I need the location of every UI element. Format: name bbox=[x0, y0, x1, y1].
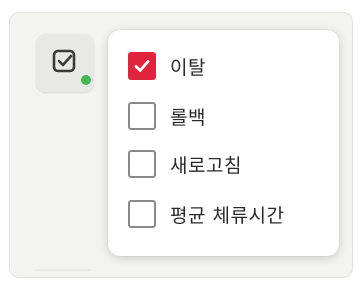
checkbox-unchecked[interactable] bbox=[128, 200, 156, 228]
checkbox-checked[interactable] bbox=[128, 52, 156, 80]
divider bbox=[35, 269, 91, 271]
check-square-icon bbox=[52, 49, 76, 73]
option-item[interactable]: 롤백 bbox=[128, 100, 206, 132]
option-item[interactable]: 이탈 bbox=[128, 50, 206, 82]
option-item[interactable]: 평균 체류시간 bbox=[128, 198, 284, 230]
filter-toggle-button[interactable] bbox=[36, 34, 94, 92]
checkbox-unchecked[interactable] bbox=[128, 102, 156, 130]
checkbox-unchecked[interactable] bbox=[128, 150, 156, 178]
option-label: 평균 체류시간 bbox=[170, 204, 285, 227]
option-item[interactable]: 새로고침 bbox=[128, 148, 242, 180]
checkmark-icon bbox=[134, 60, 150, 72]
status-dot bbox=[79, 73, 93, 87]
option-label: 롤백 bbox=[170, 106, 206, 129]
filter-dropdown: 이탈 롤백 새로고침 평균 체류시간 bbox=[108, 30, 339, 256]
option-label: 새로고침 bbox=[170, 154, 242, 177]
option-label: 이탈 bbox=[170, 56, 206, 79]
